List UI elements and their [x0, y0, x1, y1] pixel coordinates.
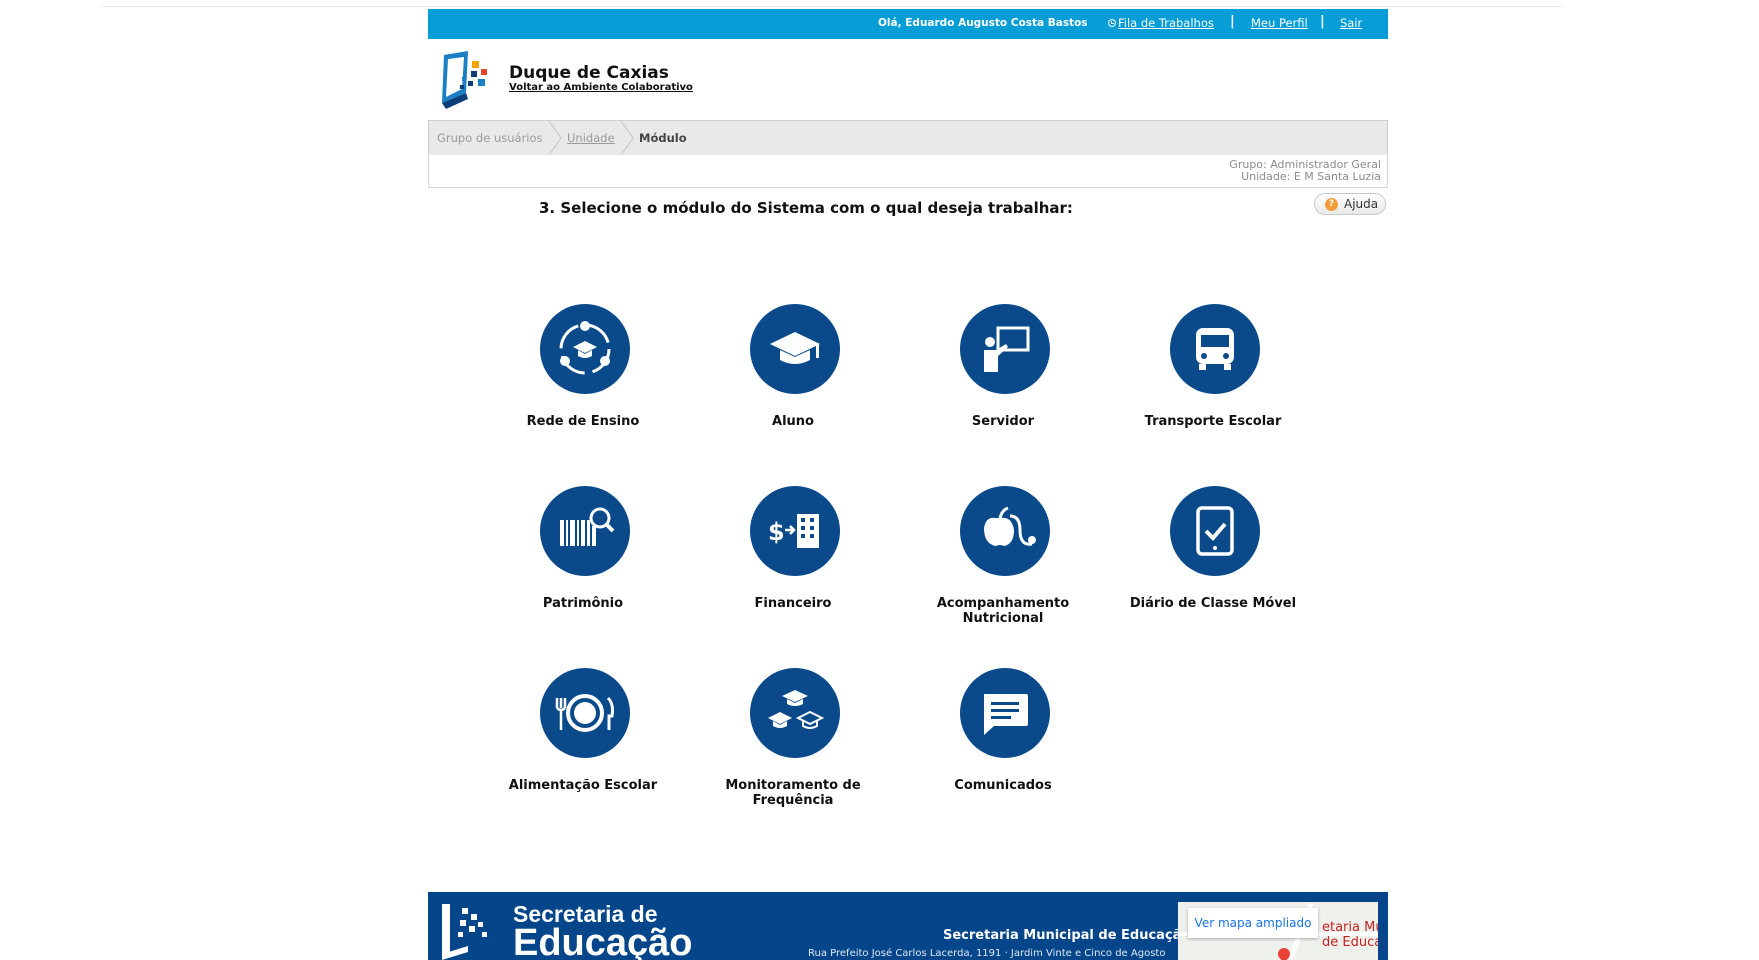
module-monitoramento-de-frequencia[interactable]: Monitoramento de Frequência [703, 668, 883, 818]
footer-title: Secretaria Municipal de Educação [943, 928, 1191, 943]
module-circle [540, 668, 630, 758]
help-label: Ajuda [1344, 197, 1379, 211]
module-circle [750, 668, 840, 758]
topbar-separator: | [1320, 14, 1325, 29]
footer: Secretaria de Educação Secretaria Munici… [428, 892, 1388, 960]
map-place-label: etaria Mu de Educação [1322, 920, 1378, 950]
brand-title: Duque de Caxias [509, 63, 669, 83]
work-queue-label: Fila de Trabalhos [1118, 16, 1214, 30]
page-top-line [102, 6, 1562, 7]
module-rede-de-ensino[interactable]: Rede de Ensino [493, 304, 673, 454]
duque-de-caxias-logo [442, 51, 487, 109]
breadcrumb-chevron-icon [620, 121, 634, 155]
module-label: Servidor [971, 414, 1035, 429]
module-financeiro[interactable]: $ Financeiro [703, 486, 883, 636]
school-network-icon [559, 321, 611, 375]
footer-logo-line2: Educação [513, 922, 693, 960]
clock-icon [1108, 19, 1116, 27]
module-label: Alimentação Escolar [508, 778, 658, 793]
graduation-cap-icon [770, 332, 820, 364]
view-larger-map-button[interactable]: Ver mapa ampliado [1188, 908, 1318, 938]
page-container: Olá, Eduardo Augusto Costa Bastos Fila d… [428, 9, 1388, 960]
my-profile-link[interactable]: Meu Perfil [1251, 16, 1308, 30]
user-greeting: Olá, Eduardo Augusto Costa Bastos [878, 17, 1088, 29]
chat-icon [984, 694, 1028, 735]
breadcrumb-chevron-icon [548, 121, 562, 155]
module-transporte-escolar[interactable]: Transporte Escolar [1123, 304, 1303, 454]
module-alimentacao-escolar[interactable]: Alimentação Escolar [493, 668, 673, 818]
logout-link[interactable]: Sair [1340, 16, 1362, 30]
graduation-caps-icon [768, 690, 825, 729]
back-to-collab-link[interactable]: Voltar ao Ambiente Colaborativo [509, 82, 693, 93]
money-building-icon: $ [768, 514, 819, 548]
barcode-search-icon [560, 507, 615, 546]
module-circle [750, 304, 840, 394]
module-circle [540, 486, 630, 576]
bus-icon [1196, 328, 1234, 370]
module-label: Acompanhamento Nutricional [936, 596, 1070, 626]
breadcrumb-module: Módulo [639, 131, 687, 145]
work-queue-link[interactable]: Fila de Trabalhos [1108, 16, 1214, 30]
module-acompanhamento-nutricional[interactable]: Acompanhamento Nutricional [913, 486, 1093, 636]
topbar-separator: | [1230, 14, 1235, 29]
module-comunicados[interactable]: Comunicados [913, 668, 1093, 818]
module-label: Financeiro [754, 596, 832, 611]
module-label: Transporte Escolar [1144, 414, 1282, 429]
breadcrumb-user-group: Grupo de usuários [437, 131, 543, 145]
module-label: Rede de Ensino [526, 414, 640, 429]
module-label: Patrimônio [542, 596, 624, 611]
teacher-board-icon [984, 326, 1030, 372]
top-bar: Olá, Eduardo Augusto Costa Bastos Fila d… [428, 9, 1388, 39]
help-button[interactable]: ? Ajuda [1314, 193, 1386, 215]
module-circle [1170, 486, 1260, 576]
module-label: Diário de Classe Móvel [1129, 596, 1297, 611]
module-label: Monitoramento de Frequência [725, 778, 861, 808]
tablet-check-icon [1196, 506, 1234, 556]
map-place-line1: etaria Mu [1322, 920, 1378, 935]
module-circle [1170, 304, 1260, 394]
module-patrimonio[interactable]: Patrimônio [493, 486, 673, 636]
module-aluno[interactable]: Aluno [703, 304, 883, 454]
footer-address: Rua Prefeito José Carlos Lacerda, 1191 ·… [808, 948, 1166, 959]
module-servidor[interactable]: Servidor [913, 304, 1093, 454]
page-instructions: 3. Selecione o módulo do Sistema com o q… [539, 199, 1073, 217]
module-circle [960, 304, 1050, 394]
module-label: Aluno [772, 414, 814, 429]
apple-stethoscope-icon [984, 506, 1036, 546]
context-unit: Unidade: E M Santa Luzia [1241, 170, 1381, 183]
module-diario-de-classe-movel[interactable]: Diário de Classe Móvel [1123, 486, 1303, 636]
footer-map[interactable]: Ver mapa ampliado etaria Mu de Educação [1178, 902, 1378, 960]
help-icon: ? [1325, 198, 1338, 211]
breadcrumb: Grupo de usuários Unidade Módulo [428, 120, 1388, 156]
context-info: Grupo: Administrador Geral Unidade: E M … [428, 155, 1388, 188]
module-circle: $ [750, 486, 840, 576]
module-circle [960, 486, 1050, 576]
module-label: Comunicados [954, 778, 1052, 793]
secretaria-educacao-logo [442, 904, 487, 960]
breadcrumb-unit[interactable]: Unidade [567, 131, 615, 145]
svg-text:$: $ [768, 518, 785, 546]
plate-cutlery-icon [555, 694, 614, 732]
module-circle [540, 304, 630, 394]
module-circle [960, 668, 1050, 758]
map-place-line2: de Educação [1322, 935, 1378, 950]
